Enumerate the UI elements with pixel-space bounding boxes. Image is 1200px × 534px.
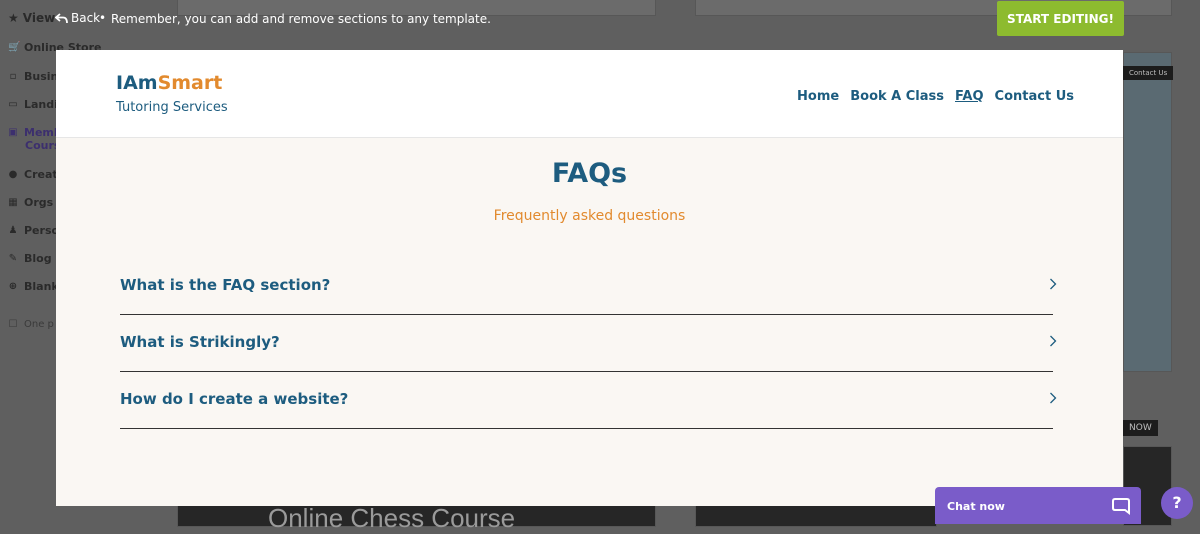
nav-home[interactable]: Home [797, 89, 839, 104]
site-nav: Home Book A Class FAQ Contact Us [797, 89, 1074, 104]
site-logo[interactable]: IAmSmart [116, 72, 222, 94]
preview-topbar: ★ View Back • Remember, you can add and r… [0, 0, 1200, 40]
window-icon: ▭ [8, 99, 18, 110]
calendar-icon: ▦ [8, 197, 18, 208]
bg-item-orgs: ▦ Orgs [8, 196, 54, 209]
briefcase-icon: ▫ [9, 71, 17, 82]
chevron-right-icon [1049, 278, 1057, 294]
faq-title: FAQs [551, 158, 628, 189]
bg-item-one-page: ☐ One p [8, 319, 54, 330]
chevron-right-icon [1049, 335, 1057, 351]
bg-item-personal: ♟ Perso [8, 224, 60, 237]
palette-icon: ● [8, 169, 18, 180]
nav-faq[interactable]: FAQ [955, 89, 984, 104]
site-tagline: Tutoring Services [116, 100, 228, 115]
bg-item-blank: ⊕ Blank [8, 280, 59, 293]
faq-item[interactable]: How do I create a website? [120, 372, 1057, 429]
bg-item-blog: ✎ Blog [8, 252, 52, 265]
faq-item[interactable]: What is the FAQ section? [120, 258, 1057, 315]
pen-icon: ✎ [8, 253, 18, 264]
chat-label: Chat now [947, 500, 1005, 513]
cart-icon: 🛒 [8, 42, 21, 53]
view-button[interactable]: ★ View [8, 11, 55, 25]
user-icon: ♟ [8, 225, 18, 236]
bg-template-card [1123, 52, 1172, 372]
faq-subtitle: Frequently asked questions [493, 208, 686, 224]
faq-question: How do I create a website? [120, 390, 349, 408]
chat-widget[interactable]: Chat now [935, 487, 1141, 524]
faq-question: What is Strikingly? [120, 333, 280, 351]
chevron-right-icon [1049, 392, 1057, 408]
faq-item[interactable]: What is Strikingly? [120, 315, 1057, 372]
plus-circle-icon: ⊕ [8, 281, 18, 292]
faq-question: What is the FAQ section? [120, 276, 331, 294]
bg-chess-title: Online Chess Course [268, 503, 516, 533]
bg-contact-badge: Contact Us [1123, 66, 1174, 80]
bg-item-creative: ● Creat [8, 168, 58, 181]
start-editing-button[interactable]: START EDITING! [997, 1, 1124, 36]
site-header: IAmSmart Tutoring Services Home Book A C… [56, 50, 1123, 138]
background-sidebar: 🛒 Online Store ▫ Busin ▭ Landi ▣ Memb Cours … [0, 0, 101, 524]
template-preview: IAmSmart Tutoring Services Home Book A C… [56, 50, 1123, 506]
separator-dot: • [99, 11, 107, 25]
star-icon: ★ [8, 11, 19, 25]
chat-bubble-icon [1112, 498, 1130, 515]
hint-text: Remember, you can add and remove section… [111, 12, 491, 26]
undo-arrow-icon [55, 12, 68, 23]
bg-item-membership: ▣ Memb [8, 126, 62, 139]
faq-section: FAQs Frequently asked questions What is … [56, 138, 1123, 506]
checkbox-icon: ☐ [8, 319, 18, 330]
bg-now-badge: NOW [1123, 420, 1158, 436]
back-button[interactable]: Back [55, 11, 100, 25]
help-button[interactable]: ? [1161, 487, 1193, 519]
nav-book-a-class[interactable]: Book A Class [850, 89, 944, 104]
id-card-icon: ▣ [8, 127, 18, 138]
bg-item-business: ▫ Busin [9, 70, 59, 83]
nav-contact-us[interactable]: Contact Us [995, 89, 1074, 104]
bg-item-landing: ▭ Landi [8, 98, 58, 111]
